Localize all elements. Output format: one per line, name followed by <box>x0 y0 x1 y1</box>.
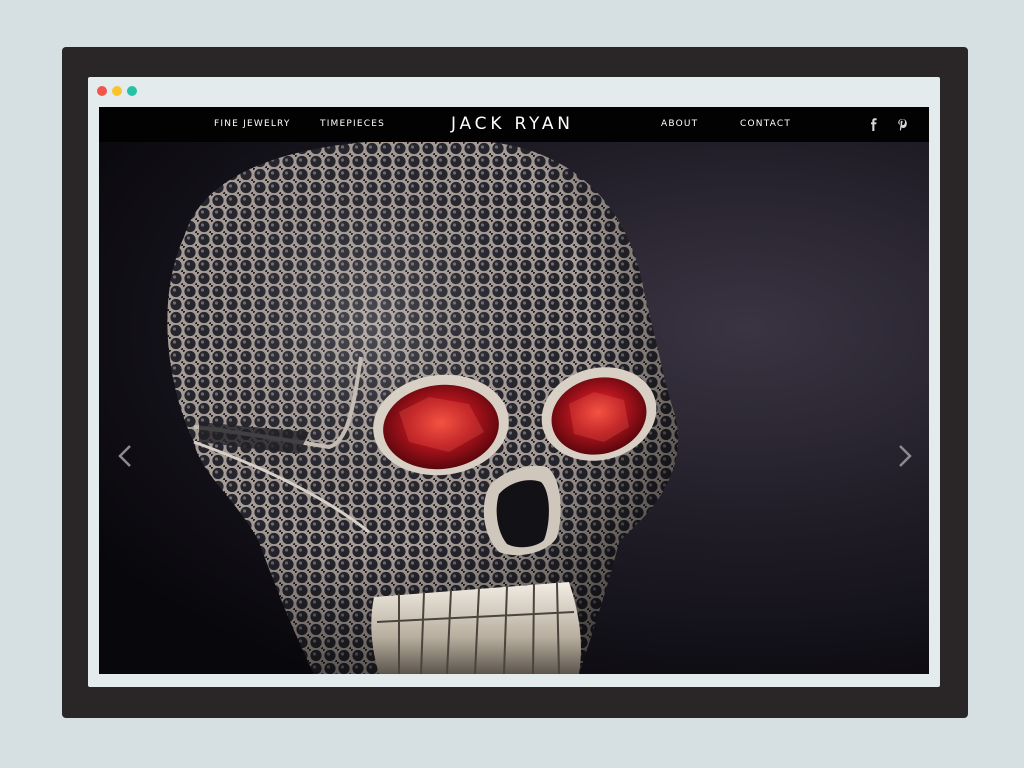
next-slide-arrow[interactable] <box>893 442 917 470</box>
window-controls <box>97 86 137 96</box>
brand-logo[interactable]: JACK RYAN <box>451 107 574 142</box>
nav-timepieces[interactable]: TIMEPIECES <box>320 107 385 142</box>
website-viewport: FINE JEWELRY TIMEPIECES JACK RYAN ABOUT … <box>99 107 929 674</box>
maximize-dot[interactable] <box>127 86 137 96</box>
previous-slide-arrow[interactable] <box>113 442 137 470</box>
top-navigation: FINE JEWELRY TIMEPIECES JACK RYAN ABOUT … <box>99 107 929 142</box>
nav-about[interactable]: ABOUT <box>661 107 698 142</box>
nav-fine-jewelry[interactable]: FINE JEWELRY <box>214 107 291 142</box>
close-dot[interactable] <box>97 86 107 96</box>
nav-contact[interactable]: CONTACT <box>740 107 791 142</box>
pinterest-icon[interactable] <box>896 118 908 132</box>
minimize-dot[interactable] <box>112 86 122 96</box>
facebook-icon[interactable] <box>868 118 880 132</box>
hero-slider <box>99 142 929 674</box>
skull-ring-image <box>167 142 679 674</box>
